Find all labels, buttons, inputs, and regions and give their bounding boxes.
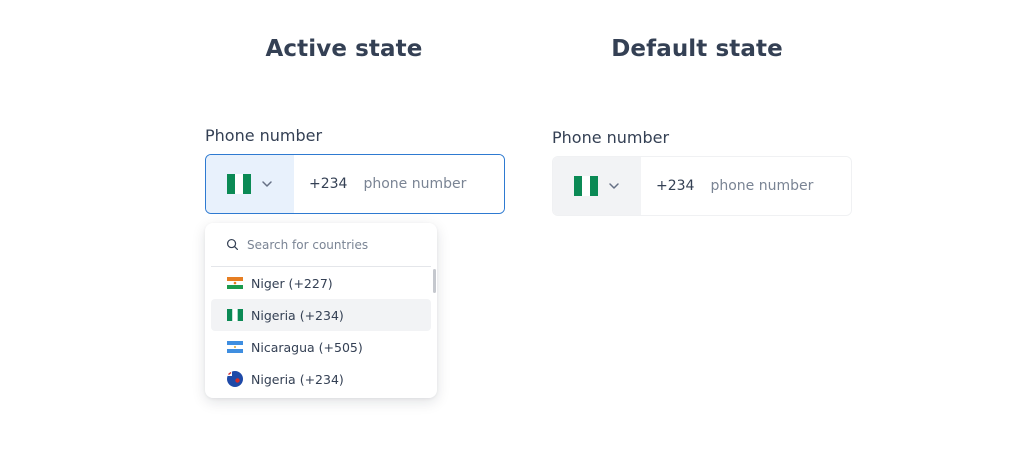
country-item-nicaragua[interactable]: Nicaragua (+505) [211, 331, 431, 363]
search-icon [226, 238, 239, 251]
phone-field-active: +234 [205, 154, 505, 214]
country-item-label: Nigeria (+234) [251, 307, 344, 323]
phone-number-input[interactable] [363, 176, 494, 192]
phone-number-label-active: Phone number [205, 126, 323, 145]
dial-code-default: +234 [656, 178, 695, 194]
niger-flag-icon [227, 277, 243, 289]
dial-code: +234 [309, 176, 348, 192]
nicaragua-flag-icon [227, 341, 243, 353]
chevron-down-icon [609, 183, 619, 189]
phone-number-area: +234 [294, 155, 504, 213]
country-item-niger[interactable]: Niger (+227) [211, 267, 431, 299]
dropdown-scrollbar[interactable] [433, 269, 436, 293]
country-item-label: Nigeria (+234) [251, 371, 344, 387]
country-list: Niger (+227) Nigeria (+234) Nicaragua (+… [211, 267, 431, 395]
country-item-label: Nicaragua (+505) [251, 339, 363, 355]
phone-number-area-default: +234 [641, 157, 851, 215]
country-select-button[interactable] [206, 155, 294, 213]
chevron-down-icon [262, 181, 272, 187]
nigeria-flag-icon [574, 176, 598, 196]
nigeria-flag-icon [227, 309, 243, 321]
country-select-button-default[interactable] [553, 157, 641, 215]
round-flag-icon [227, 371, 243, 387]
nigeria-flag-icon [227, 174, 251, 194]
country-item-nigeria[interactable]: Nigeria (+234) [211, 363, 431, 395]
country-search-input[interactable] [247, 237, 417, 252]
country-search-row [211, 223, 431, 267]
default-state-heading: Default state [611, 36, 783, 62]
phone-number-label-default: Phone number [552, 128, 670, 147]
active-state-heading: Active state [265, 36, 423, 62]
country-dropdown: Niger (+227) Nigeria (+234) Nicaragua (+… [205, 223, 437, 398]
country-item-nigeria-selected[interactable]: Nigeria (+234) [211, 299, 431, 331]
phone-field-default: +234 [552, 156, 852, 216]
phone-number-input-default[interactable] [710, 178, 841, 194]
country-item-label: Niger (+227) [251, 275, 333, 291]
